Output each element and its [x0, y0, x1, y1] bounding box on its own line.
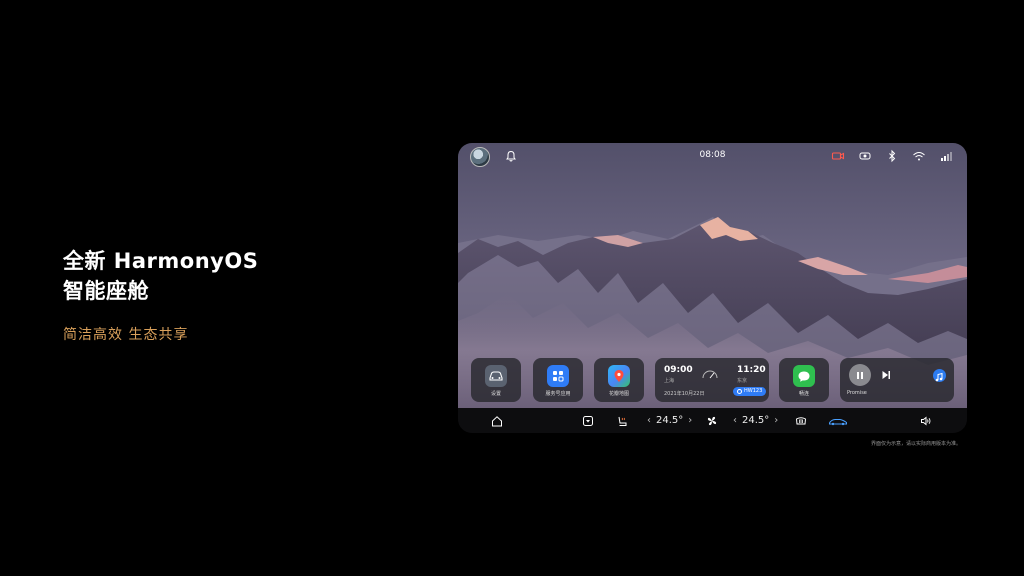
- signal-icon[interactable]: [939, 149, 953, 163]
- bottom-dock: ‹ 24.5° › ‹ 24.5° ›: [458, 408, 967, 433]
- fan-button[interactable]: [706, 414, 718, 427]
- app-card-meetime[interactable]: 畅连: [779, 358, 829, 402]
- car-settings-icon: [485, 365, 507, 387]
- local-city: 上海: [664, 378, 675, 384]
- left-temp-increase[interactable]: ›: [688, 415, 692, 426]
- promo-title-line2: 智能座舱: [63, 279, 149, 303]
- music-widget[interactable]: Promise: [840, 358, 954, 402]
- car-screen: 08:08 设置 服务号应用 花瓣地图 09:00 上海 11:20 东京 20…: [458, 143, 967, 433]
- wifi-icon[interactable]: [912, 149, 926, 163]
- volume-button[interactable]: [920, 414, 932, 427]
- app-card-service-apps[interactable]: 服务号应用: [533, 358, 583, 402]
- dropdown-button[interactable]: [582, 414, 594, 427]
- car-status-icon: [829, 418, 847, 425]
- status-icons: [831, 149, 953, 163]
- app-label-settings: 设置: [490, 391, 501, 397]
- volume-icon: [921, 415, 931, 426]
- song-title: Promise: [847, 390, 867, 396]
- device-badge-label: HW123: [744, 388, 763, 394]
- petal-maps-icon: [608, 365, 630, 387]
- disclaimer-text: 界面仅为示意，请以实际商用版本为准。: [870, 441, 961, 447]
- service-apps-icon: [547, 365, 569, 387]
- right-temp-control[interactable]: ‹ 24.5° ›: [733, 414, 778, 427]
- status-bar: 08:08: [458, 143, 967, 169]
- defrost-icon: [795, 416, 807, 424]
- pause-icon: [857, 371, 863, 379]
- clock-date: 2021年10月22日: [664, 391, 705, 397]
- camera-icon[interactable]: [831, 149, 845, 163]
- car-badge-icon: [737, 389, 742, 394]
- home-button[interactable]: [491, 414, 503, 427]
- device-badge[interactable]: HW123: [733, 387, 767, 396]
- vehicle-button[interactable]: [828, 414, 848, 427]
- app-label-petal-maps: 花瓣地图: [608, 391, 629, 397]
- meetime-chat-icon: [793, 365, 815, 387]
- remote-time: 11:20: [737, 365, 766, 375]
- promo-title-line1: 全新 HarmonyOS: [63, 249, 259, 273]
- left-temp-decrease[interactable]: ‹: [647, 415, 651, 426]
- local-time: 09:00: [664, 365, 693, 375]
- left-temp-value: 24.5°: [656, 415, 684, 426]
- app-card-petal-maps[interactable]: 花瓣地图: [594, 358, 644, 402]
- promo-text: 全新 HarmonyOS 智能座舱 简洁高效 生态共享: [63, 246, 258, 344]
- world-clock-widget[interactable]: 09:00 上海 11:20 东京 2021年10月22日 HW123: [655, 358, 769, 402]
- right-temp-decrease[interactable]: ‹: [733, 415, 737, 426]
- promo-subtitle: 简洁高效 生态共享: [63, 327, 189, 343]
- hicar-icon[interactable]: [858, 149, 872, 163]
- left-temp-control[interactable]: ‹ 24.5° ›: [647, 414, 692, 427]
- defrost-button[interactable]: [795, 414, 807, 427]
- dropdown-box-icon: [583, 415, 593, 426]
- pause-button[interactable]: [849, 364, 871, 386]
- seat-heat-button[interactable]: [616, 414, 628, 427]
- app-label-service-apps: 服务号应用: [545, 391, 571, 397]
- remote-city: 东京: [737, 378, 748, 384]
- right-temp-increase[interactable]: ›: [774, 415, 778, 426]
- app-card-settings[interactable]: 设置: [471, 358, 521, 402]
- bluetooth-icon[interactable]: [885, 149, 899, 163]
- right-temp-value: 24.5°: [742, 415, 770, 426]
- seat-heat-icon: [618, 416, 627, 426]
- next-track-icon[interactable]: [880, 369, 892, 381]
- fan-icon: [707, 416, 717, 425]
- speed-dial-icon: [702, 370, 718, 379]
- home-icon: [492, 415, 502, 426]
- music-app-icon[interactable]: [933, 369, 946, 382]
- app-label-meetime: 畅连: [798, 391, 809, 397]
